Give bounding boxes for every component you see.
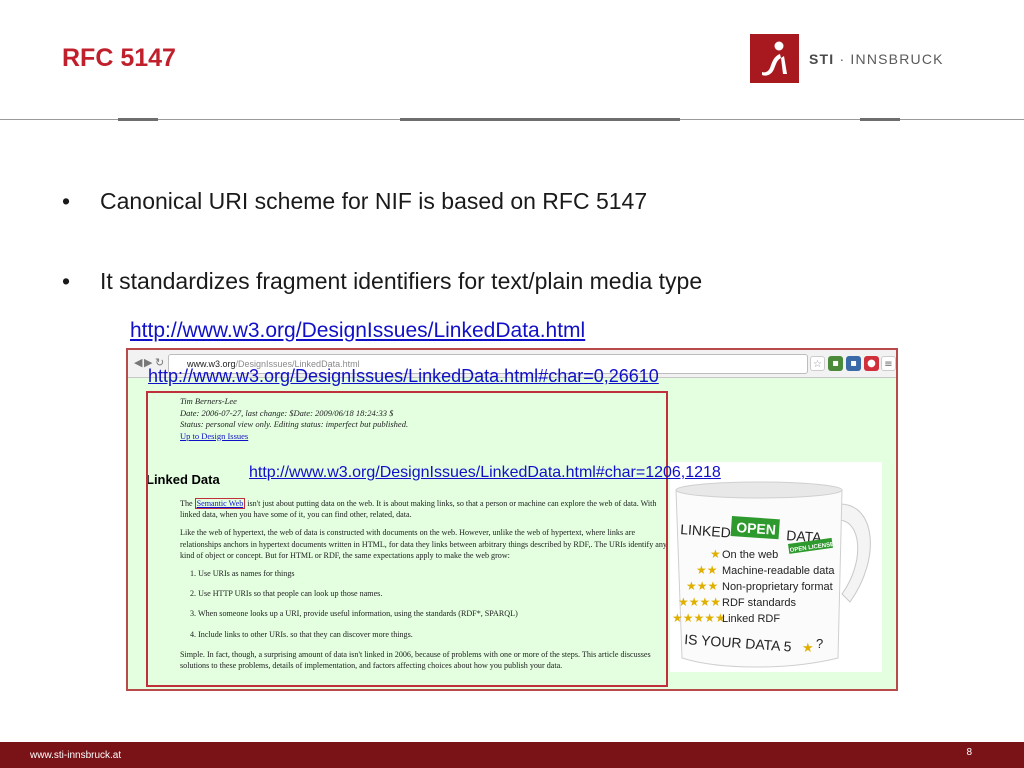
footer-bar: www.sti-innsbruck.at 8 [0, 742, 1024, 768]
linked-data-link[interactable]: http://www.w3.org/DesignIssues/LinkedDat… [130, 319, 585, 343]
bookmark-star-icon[interactable]: ☆ [810, 356, 825, 371]
back-icon[interactable]: ◀ [134, 356, 142, 369]
page-number: 8 [966, 747, 972, 758]
svg-text:★: ★ [710, 547, 721, 561]
bullet-item: • Canonical URI scheme for NIF is based … [62, 186, 942, 216]
header-divider-accent [118, 118, 158, 121]
header-divider-accent [860, 118, 900, 121]
bullet-item: • It standardizes fragment identifiers f… [62, 266, 942, 296]
char-range-link-term[interactable]: http://www.w3.org/DesignIssues/LinkedDat… [249, 464, 721, 482]
menu-icon[interactable]: ≡ [881, 356, 896, 371]
bullet-list: • Canonical URI scheme for NIF is based … [62, 186, 942, 296]
svg-text:★★★: ★★★ [686, 579, 718, 593]
bullet-text: Canonical URI scheme for NIF is based on… [100, 188, 648, 214]
slide-title: RFC 5147 [62, 44, 176, 72]
logo-wordmark: STI · INNSBRUCK [809, 50, 944, 67]
browser-screenshot: ◀ ▶ ↻ www.w3.org/DesignIssues/LinkedData… [126, 348, 898, 691]
extension-icon[interactable]: ● [864, 356, 879, 371]
bullet-glyph: • [62, 188, 71, 214]
mug-item: Non-proprietary format [722, 581, 833, 593]
svg-text:★★: ★★ [696, 563, 718, 577]
svg-text:★★★★★: ★★★★★ [672, 611, 726, 625]
char-range-highlight [146, 391, 668, 687]
linked-data-mug-image: LINKED OPEN DATA OPEN LICENSE ★ On the w… [670, 462, 882, 672]
mug-item: On the web [722, 549, 778, 561]
extension-icon[interactable]: ▪ [828, 356, 843, 371]
mug-tagline-end: ? [816, 636, 823, 651]
extension-icon[interactable]: ▪ [846, 356, 861, 371]
svg-text:★: ★ [802, 641, 814, 656]
sti-logo: STI · INNSBRUCK [750, 34, 944, 83]
mug-item: RDF standards [722, 597, 796, 609]
mug-item: Machine-readable data [722, 565, 835, 577]
bullet-text: It standardizes fragment identifiers for… [100, 268, 703, 294]
mug-item: Linked RDF [722, 613, 780, 625]
char-range-link-full[interactable]: http://www.w3.org/DesignIssues/LinkedDat… [148, 366, 659, 387]
sti-logo-icon [750, 34, 799, 83]
mug-line1-b: OPEN [736, 519, 777, 538]
svg-text:★★★★: ★★★★ [678, 595, 721, 609]
bullet-glyph: • [62, 268, 71, 294]
header-divider-accent [400, 118, 680, 121]
footer-url[interactable]: www.sti-innsbruck.at [30, 750, 121, 761]
